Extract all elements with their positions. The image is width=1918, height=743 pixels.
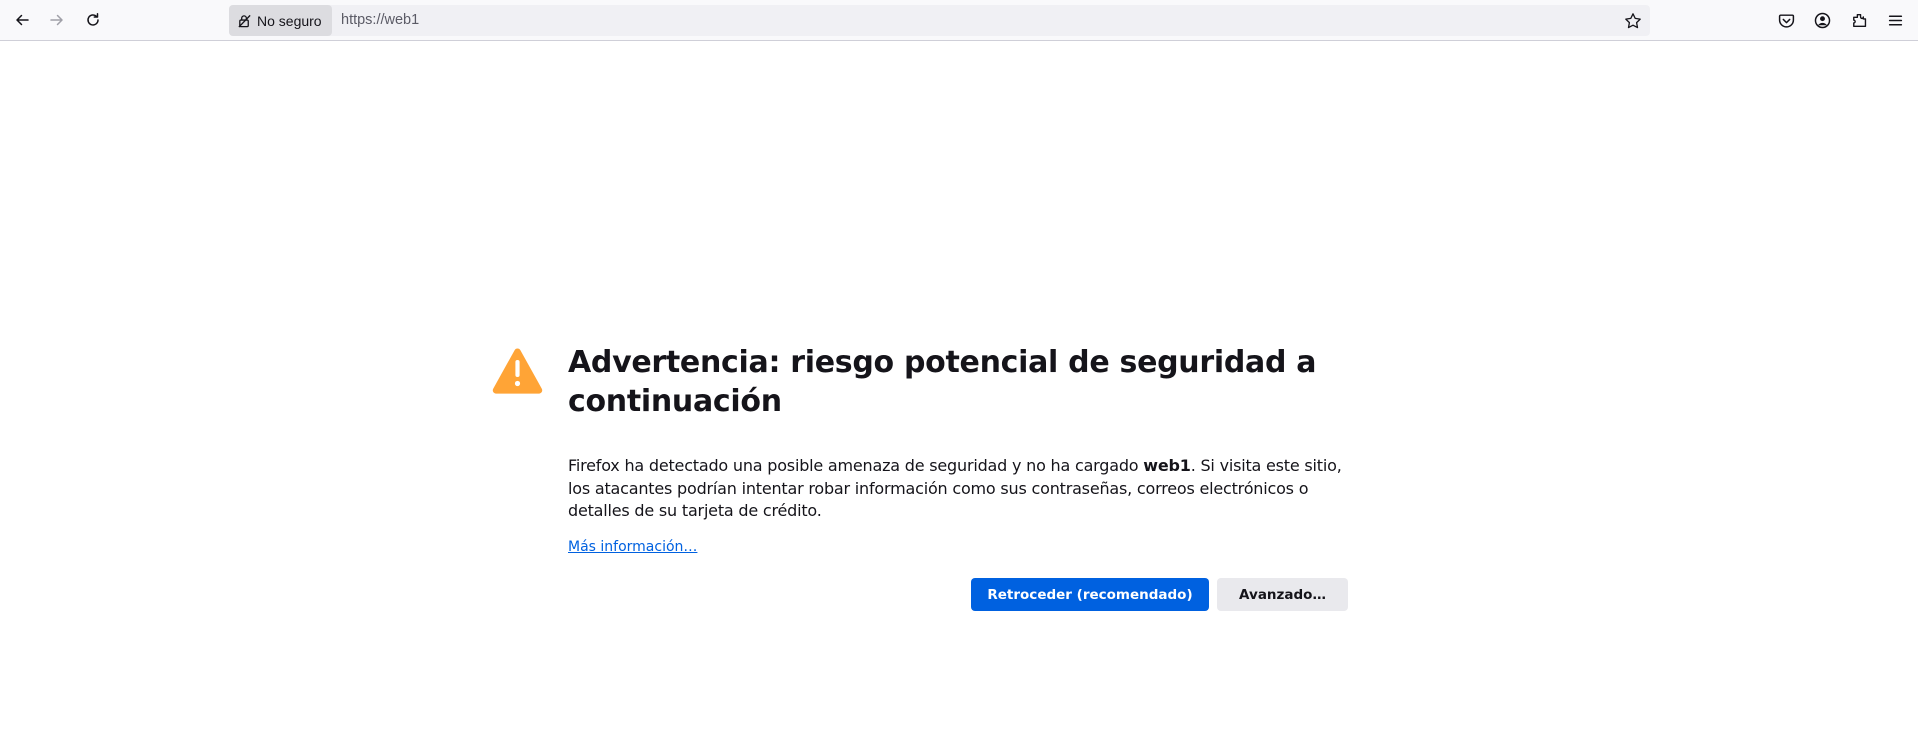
menu-button[interactable] — [1884, 9, 1906, 31]
menu-icon — [1888, 14, 1902, 26]
learn-more-link[interactable]: Más información… — [568, 539, 697, 555]
security-label: No seguro — [257, 12, 322, 29]
forward-button[interactable] — [43, 6, 71, 34]
url-bar[interactable]: No seguro https://web1 — [229, 5, 1650, 36]
url-text[interactable]: https://web1 — [341, 12, 419, 28]
insecure-lock-icon — [238, 14, 251, 28]
arrow-right-icon — [50, 14, 63, 26]
page-title: Advertencia: riesgo potencial de segurid… — [568, 345, 1317, 419]
extensions-button[interactable] — [1848, 9, 1870, 31]
browser-toolbar: No seguro https://web1 — [0, 0, 1918, 41]
star-icon[interactable] — [1624, 12, 1642, 30]
arrow-left-icon — [16, 14, 29, 26]
description-before: Firefox ha detectado una posible amenaza… — [568, 456, 1144, 475]
warning-triangle-icon — [492, 348, 543, 394]
account-button[interactable] — [1811, 9, 1833, 31]
pocket-button[interactable] — [1775, 9, 1797, 31]
pocket-icon — [1778, 13, 1794, 28]
go-back-button[interactable]: Retroceder (recomendado) — [971, 578, 1209, 611]
description-host: web1 — [1143, 456, 1191, 475]
account-icon — [1814, 12, 1830, 28]
reload-icon — [87, 13, 99, 26]
reload-button[interactable] — [79, 6, 107, 34]
error-description: Firefox ha detectado una posible amenaza… — [568, 455, 1358, 523]
security-indicator[interactable]: No seguro — [229, 5, 332, 36]
advanced-button[interactable]: Avanzado… — [1217, 578, 1348, 611]
extensions-icon — [1852, 13, 1866, 27]
back-button[interactable] — [8, 6, 36, 34]
